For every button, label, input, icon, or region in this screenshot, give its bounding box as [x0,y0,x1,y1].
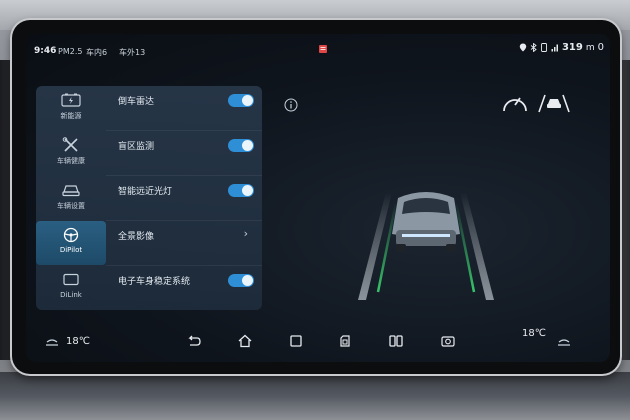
clock: 9:46 [34,46,57,56]
screen-icon [63,273,79,286]
blind-spot-toggle[interactable] [228,139,254,152]
setting-label: 电子车身稳定系统 [118,277,191,287]
range-value: 319 [561,42,583,53]
bluetooth-icon [530,43,537,52]
nav-label: 车辆设置 [57,202,85,210]
notification-icon[interactable] [318,44,328,54]
setting-row-panoramic-view[interactable]: 全景影像 › [106,221,262,266]
setting-row-stability-control[interactable]: 电子车身稳定系统 [106,266,262,310]
signal-icon [551,44,558,52]
info-icon[interactable] [284,98,298,112]
chevron-right-icon: › [243,227,248,240]
driver-temperature[interactable]: 18℃ [66,336,90,347]
battery-icon [61,93,81,107]
dashboard-bottom [0,372,630,420]
nav-item-dilink[interactable]: DiLink [36,266,106,310]
setting-label: 倒车雷达 [118,97,155,107]
seat-heat-icon[interactable] [44,334,60,348]
tools-icon [62,137,78,152]
passenger-seat-heat-icon[interactable] [556,334,572,348]
setting-label: 全景影像 [118,232,155,242]
setting-label: 盲区监测 [118,142,155,152]
outside-temp: 车外13 [119,48,146,57]
smart-headlights-toggle[interactable] [228,184,254,197]
stability-control-toggle[interactable] [228,274,254,287]
settings-list: 倒车雷达 盲区监测 智能远近光灯 全景影像 › 电子车身稳定系统 [106,86,262,310]
nav-label: DiLink [60,291,82,299]
car-icon [62,185,80,197]
setting-row-blind-spot[interactable]: 盲区监测 [106,131,262,176]
setting-row-reverse-radar[interactable]: 倒车雷达 [106,86,262,131]
settings-panel: 新能源 车辆健康 车辆设置 DiPilot DiLink 倒车雷达 盲区监测 智… [36,86,262,310]
pm25-label: PM2.5 [58,47,83,56]
nav-item-new-energy[interactable]: 新能源 [36,86,106,130]
side-nav: 新能源 车辆健康 车辆设置 DiPilot DiLink [36,86,106,310]
setting-label: 智能远近光灯 [118,187,173,197]
in-car-temp: 车内6 [86,48,108,57]
reverse-radar-toggle[interactable] [228,94,254,107]
infotainment-screen: 9:46 PM2.5 车内6 车外13 319 m 0 新能源 车辆健康 车辆设… [26,34,610,362]
phone-icon [541,43,547,52]
status-temp: 0 [597,42,604,53]
location-icon [519,43,527,52]
nav-item-dipilot[interactable]: DiPilot [36,221,106,265]
home-icon[interactable] [237,334,253,348]
lane-assist-icon[interactable] [536,92,572,114]
car-settings-icon[interactable] [338,334,354,348]
range-unit: m [585,42,595,53]
recent-apps-icon[interactable] [288,334,304,348]
camera-icon[interactable] [440,334,456,348]
lane-visualization [358,192,494,300]
nav-item-vehicle-settings[interactable]: 车辆设置 [36,176,106,220]
status-bar: 9:46 PM2.5 车内6 车外13 319 m 0 [26,34,610,64]
nav-label: 新能源 [60,112,82,120]
passenger-temperature[interactable]: 18℃ [522,328,546,339]
nav-label: DiPilot [59,246,83,254]
car-model-icon [392,192,460,252]
bottom-bar: 18℃ 18℃ [26,328,610,362]
back-icon[interactable] [186,334,202,348]
nav-item-vehicle-health[interactable]: 车辆健康 [36,131,106,175]
steering-wheel-icon [63,227,79,243]
speed-gauge-icon[interactable] [500,90,530,116]
setting-row-smart-headlights[interactable]: 智能远近光灯 [106,176,262,221]
split-screen-icon[interactable] [388,334,404,348]
nav-label: 车辆健康 [57,157,85,165]
status-right: 319 m 0 [519,42,604,53]
